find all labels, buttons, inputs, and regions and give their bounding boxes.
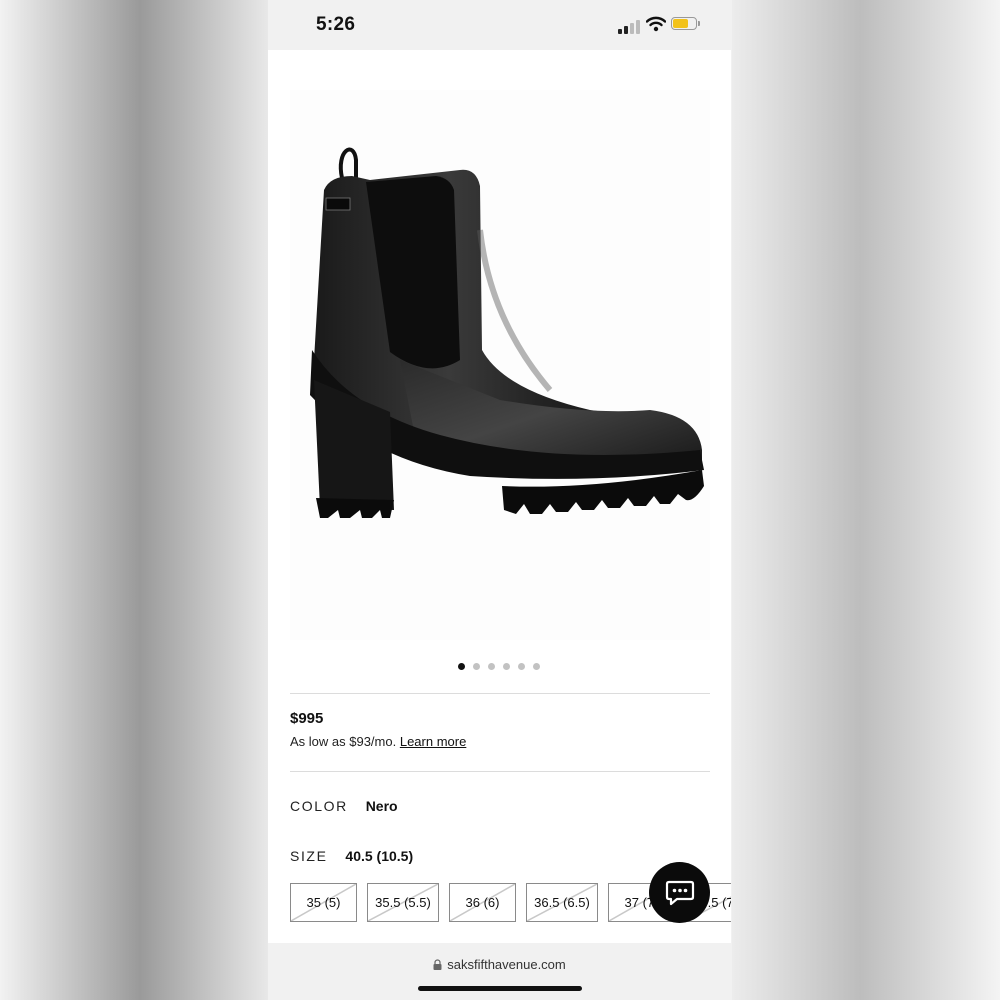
carousel-dot[interactable] <box>533 663 540 670</box>
domain-text: saksfifthavenue.com <box>447 957 566 972</box>
battery-level <box>673 19 688 28</box>
lock-icon <box>433 959 442 970</box>
learn-more-link[interactable]: Learn more <box>400 734 466 749</box>
carousel-dots <box>458 663 548 671</box>
home-indicator[interactable] <box>418 986 582 991</box>
installment-text: As low as $93/mo. <box>290 734 397 749</box>
color-row: COLOR Nero <box>290 798 398 814</box>
carousel-dot[interactable] <box>518 663 525 670</box>
carousel-dot[interactable] <box>503 663 510 670</box>
product-image[interactable] <box>290 90 710 640</box>
phone-screen: 5:26 $995 As low as $93/mo. Learn more C… <box>268 0 731 1000</box>
size-option-label: 35.5 (5.5) <box>375 895 431 910</box>
battery-icon <box>671 17 700 30</box>
size-value: 40.5 (10.5) <box>345 848 414 864</box>
size-option[interactable]: 35.5 (5.5) <box>367 883 439 922</box>
carousel-dot[interactable] <box>473 663 480 670</box>
size-option-label: 36 (6) <box>465 895 500 910</box>
wifi-icon <box>646 16 666 32</box>
size-option[interactable]: 35 (5) <box>290 883 357 922</box>
size-option[interactable]: 36.5 (6.5) <box>526 883 598 922</box>
size-option-label: 36.5 (6.5) <box>534 895 590 910</box>
installment-info: As low as $93/mo. Learn more <box>290 734 466 749</box>
divider <box>290 771 710 772</box>
color-value: Nero <box>365 798 398 814</box>
carousel-dot[interactable] <box>458 663 465 670</box>
carousel-dot[interactable] <box>488 663 495 670</box>
product-price: $995 <box>290 710 324 727</box>
size-row: SIZE 40.5 (10.5) <box>290 848 413 864</box>
size-option[interactable]: 36 (6) <box>449 883 516 922</box>
cellular-signal-icon <box>618 20 640 34</box>
url-display[interactable]: saksfifthavenue.com <box>268 957 731 972</box>
divider <box>290 693 710 694</box>
status-bar: 5:26 <box>268 0 731 50</box>
browser-address-bar[interactable]: saksfifthavenue.com <box>268 943 731 1000</box>
color-label: COLOR <box>290 798 348 814</box>
size-label: SIZE <box>290 848 328 864</box>
boot-illustration <box>310 147 704 518</box>
status-time: 5:26 <box>316 14 356 35</box>
size-option-label: 35 (5) <box>306 895 341 910</box>
chat-button[interactable] <box>649 862 710 923</box>
chat-bubble-icon <box>665 880 694 905</box>
